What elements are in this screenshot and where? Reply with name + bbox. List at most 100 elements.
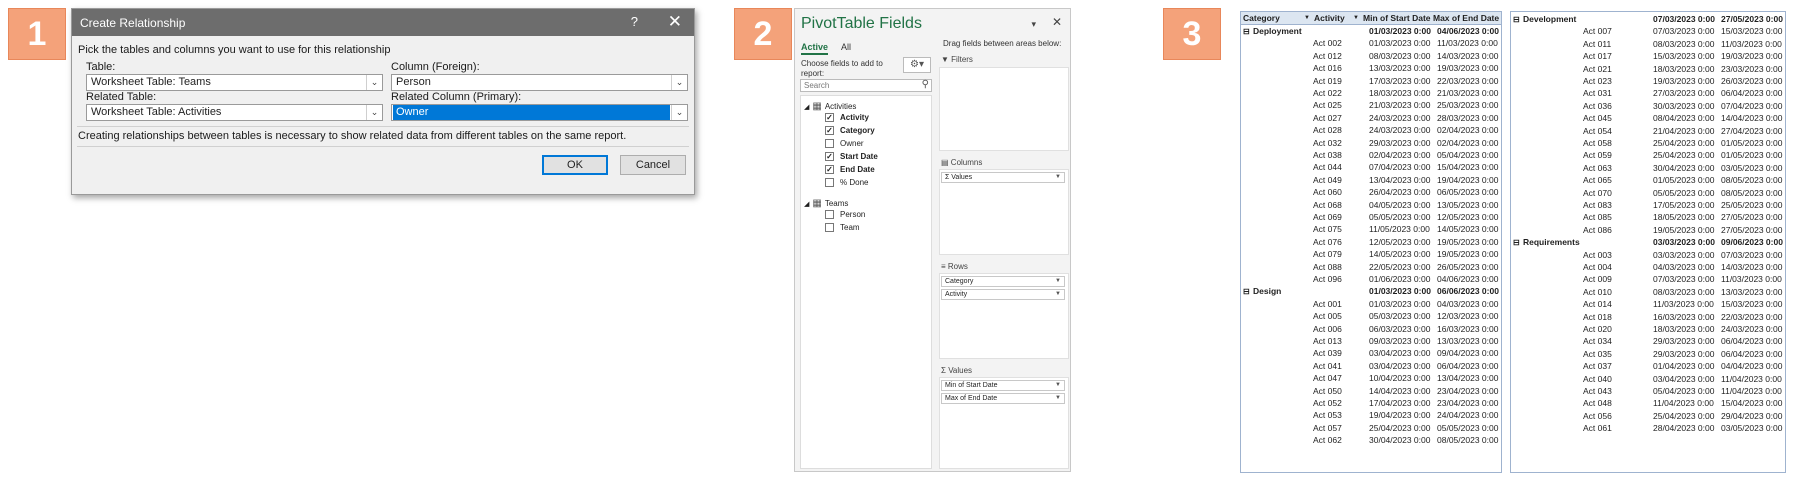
pane-options-icon[interactable]: ▾ [1031, 19, 1036, 30]
activity-label[interactable]: Act 031 [1583, 88, 1612, 99]
min-start-date[interactable]: 15/03/2023 0:00 [1653, 51, 1714, 62]
activity-label[interactable]: Act 086 [1583, 225, 1612, 236]
min-start-date[interactable]: 07/03/2023 0:00 [1653, 274, 1714, 285]
chevron-down-icon[interactable]: ⌄ [366, 105, 382, 120]
filter-dropdown-icon[interactable]: ▼ [1304, 12, 1310, 25]
max-end-date[interactable]: 04/03/2023 0:00 [1437, 299, 1498, 310]
min-start-date[interactable]: 18/03/2023 0:00 [1369, 88, 1430, 99]
collapse-icon[interactable]: ◢ [804, 200, 809, 208]
max-end-date[interactable]: 03/05/2023 0:00 [1721, 423, 1782, 434]
max-end-date[interactable]: 15/03/2023 0:00 [1721, 26, 1782, 37]
category-label[interactable]: Deployment [1253, 26, 1302, 37]
help-icon[interactable]: ? [631, 14, 638, 29]
min-start-date[interactable]: 01/06/2023 0:00 [1369, 274, 1430, 285]
max-end-date[interactable]: 05/05/2023 0:00 [1437, 423, 1498, 434]
chevron-down-icon[interactable]: ⌄ [366, 75, 382, 90]
activity-label[interactable]: Act 059 [1583, 150, 1612, 161]
activity-label[interactable]: Act 065 [1583, 175, 1612, 186]
activity-label[interactable]: Act 096 [1313, 274, 1342, 285]
max-end-date[interactable]: 08/05/2023 0:00 [1437, 435, 1498, 446]
values-chip-min-start[interactable]: Min of Start Date ▼ [941, 380, 1065, 391]
activity-label[interactable]: Act 002 [1313, 38, 1342, 49]
header-activity[interactable]: Activity [1314, 12, 1345, 25]
max-end-date[interactable]: 09/06/2023 0:00 [1721, 237, 1783, 248]
max-end-date[interactable]: 01/05/2023 0:00 [1721, 138, 1782, 149]
field-start-date[interactable]: ✓ Start Date [825, 152, 878, 161]
min-start-date[interactable]: 14/04/2023 0:00 [1369, 386, 1430, 397]
min-start-date[interactable]: 08/04/2023 0:00 [1653, 113, 1714, 124]
activity-label[interactable]: Act 007 [1583, 26, 1612, 37]
min-start-date[interactable]: 08/03/2023 0:00 [1653, 39, 1714, 50]
related-table-combo[interactable]: Worksheet Table: Activities ⌄ [86, 104, 383, 121]
max-end-date[interactable]: 11/03/2023 0:00 [1721, 39, 1782, 50]
activity-label[interactable]: Act 085 [1583, 212, 1612, 223]
activity-label[interactable]: Act 028 [1313, 125, 1342, 136]
max-end-date[interactable]: 26/05/2023 0:00 [1437, 262, 1498, 273]
max-end-date[interactable]: 06/04/2023 0:00 [1721, 349, 1782, 360]
activity-label[interactable]: Act 062 [1313, 435, 1342, 446]
activity-label[interactable]: Act 001 [1313, 299, 1342, 310]
max-end-date[interactable]: 21/03/2023 0:00 [1437, 88, 1498, 99]
max-end-date[interactable]: 23/04/2023 0:00 [1437, 386, 1498, 397]
chevron-down-icon[interactable]: ⌄ [671, 75, 687, 90]
activity-label[interactable]: Act 016 [1313, 63, 1342, 74]
max-end-date[interactable]: 11/04/2023 0:00 [1721, 386, 1782, 397]
activity-label[interactable]: Act 023 [1583, 76, 1612, 87]
min-start-date[interactable]: 27/03/2023 0:00 [1653, 88, 1714, 99]
min-start-date[interactable]: 25/04/2023 0:00 [1653, 138, 1714, 149]
search-box[interactable]: Search ⚲ [800, 79, 932, 92]
cancel-button[interactable]: Cancel [620, 155, 686, 175]
max-end-date[interactable]: 16/03/2023 0:00 [1437, 324, 1498, 335]
min-start-date[interactable]: 13/04/2023 0:00 [1369, 175, 1430, 186]
max-end-date[interactable]: 11/03/2023 0:00 [1437, 38, 1498, 49]
min-start-date[interactable]: 05/05/2023 0:00 [1653, 188, 1714, 199]
max-end-date[interactable]: 15/04/2023 0:00 [1437, 162, 1498, 173]
activity-label[interactable]: Act 061 [1583, 423, 1612, 434]
collapse-icon[interactable]: ⊟ [1513, 237, 1520, 248]
gear-icon[interactable]: ⚙▾ [903, 57, 931, 73]
max-end-date[interactable]: 06/04/2023 0:00 [1437, 361, 1498, 372]
max-end-date[interactable]: 06/04/2023 0:00 [1721, 336, 1782, 347]
activity-label[interactable]: Act 034 [1583, 336, 1612, 347]
activity-label[interactable]: Act 032 [1313, 138, 1342, 149]
min-start-date[interactable]: 01/03/2023 0:00 [1369, 286, 1431, 297]
activity-label[interactable]: Act 019 [1313, 76, 1342, 87]
activity-label[interactable]: Act 005 [1313, 311, 1342, 322]
max-end-date[interactable]: 06/05/2023 0:00 [1437, 187, 1498, 198]
min-start-date[interactable]: 24/03/2023 0:00 [1369, 113, 1430, 124]
activity-label[interactable]: Act 068 [1313, 200, 1342, 211]
max-end-date[interactable]: 15/03/2023 0:00 [1721, 299, 1782, 310]
activity-label[interactable]: Act 070 [1583, 188, 1612, 199]
activity-label[interactable]: Act 004 [1583, 262, 1612, 273]
chevron-down-icon[interactable]: ▼ [1055, 277, 1061, 286]
collapse-icon[interactable]: ⊟ [1243, 26, 1250, 37]
activity-label[interactable]: Act 003 [1583, 250, 1612, 261]
table-combo[interactable]: Worksheet Table: Teams ⌄ [86, 74, 383, 91]
collapse-icon[interactable]: ⊟ [1513, 14, 1520, 25]
category-label[interactable]: Development [1523, 14, 1576, 25]
max-end-date[interactable]: 14/03/2023 0:00 [1721, 262, 1782, 273]
field-person[interactable]: Person [825, 210, 865, 219]
min-start-date[interactable]: 08/03/2023 0:00 [1653, 287, 1714, 298]
table-teams[interactable]: ◢ ▦ Teams [804, 198, 848, 209]
min-start-date[interactable]: 25/04/2023 0:00 [1369, 423, 1430, 434]
activity-label[interactable]: Act 050 [1313, 386, 1342, 397]
activity-label[interactable]: Act 025 [1313, 100, 1342, 111]
tab-all[interactable]: All [841, 42, 851, 52]
min-start-date[interactable]: 19/03/2023 0:00 [1653, 76, 1714, 87]
search-icon[interactable]: ⚲ [922, 79, 929, 90]
max-end-date[interactable]: 08/05/2023 0:00 [1721, 188, 1782, 199]
min-start-date[interactable]: 02/04/2023 0:00 [1369, 150, 1430, 161]
min-start-date[interactable]: 25/04/2023 0:00 [1653, 411, 1714, 422]
max-end-date[interactable]: 08/05/2023 0:00 [1721, 175, 1782, 186]
category-label[interactable]: Design [1253, 286, 1281, 297]
min-start-date[interactable]: 11/04/2023 0:00 [1653, 398, 1714, 409]
min-start-date[interactable]: 03/03/2023 0:00 [1653, 237, 1715, 248]
min-start-date[interactable]: 28/04/2023 0:00 [1653, 423, 1714, 434]
table-activities[interactable]: ◢ ▦ Activities [804, 101, 856, 112]
max-end-date[interactable]: 03/05/2023 0:00 [1721, 163, 1782, 174]
field-percent-done[interactable]: % Done [825, 178, 868, 187]
max-end-date[interactable]: 14/05/2023 0:00 [1437, 224, 1498, 235]
min-start-date[interactable]: 30/04/2023 0:00 [1653, 163, 1714, 174]
max-end-date[interactable]: 15/04/2023 0:00 [1721, 398, 1782, 409]
